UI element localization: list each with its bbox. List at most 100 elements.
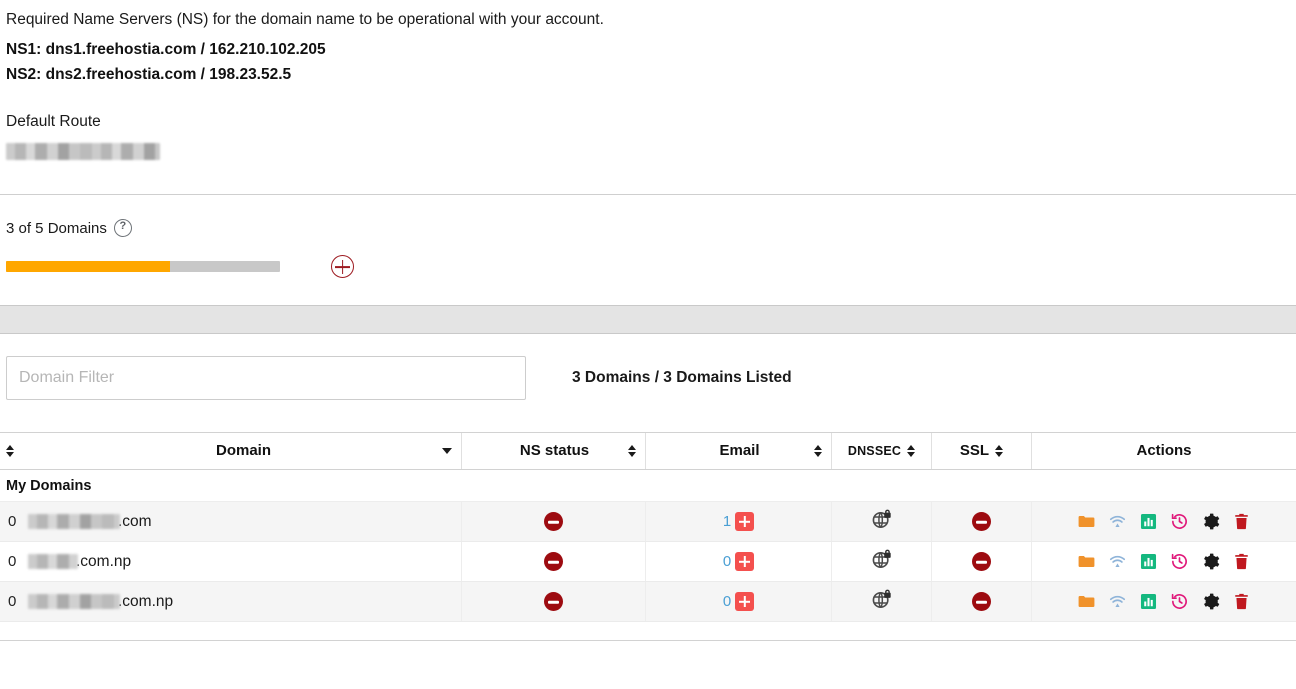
sort-toggle-email-icon[interactable] [814, 444, 822, 457]
gear-icon[interactable] [1201, 512, 1220, 531]
column-header-ssl[interactable]: SSL [931, 433, 1032, 471]
gear-icon[interactable] [1201, 552, 1220, 571]
domain-name-suffix: .com [118, 512, 152, 530]
column-header-email-label: Email [719, 442, 760, 460]
table-row[interactable]: 0 .com.np 0 [0, 581, 1296, 623]
dnssec-cell[interactable] [831, 501, 932, 543]
table-header-row: Domain NS status Email DNSSEC SSL Action… [0, 433, 1296, 471]
table-row[interactable]: 0 .com 1 [0, 501, 1296, 543]
sort-toggle-ssl-icon[interactable] [995, 444, 1004, 457]
history-clock-icon[interactable] [1170, 592, 1189, 611]
trash-icon[interactable] [1232, 512, 1251, 531]
default-route-value-redacted [6, 143, 160, 161]
domain-name-cell[interactable]: .com.np [26, 581, 462, 623]
default-route-label: Default Route [6, 113, 101, 131]
question-mark-icon[interactable]: ? [113, 219, 132, 238]
folder-icon[interactable] [1077, 512, 1096, 531]
email-cell[interactable]: 0 [645, 541, 832, 583]
actions-cell [1031, 541, 1296, 583]
sort-toggle-ns-status-icon[interactable] [628, 444, 636, 457]
email-count[interactable]: 0 [723, 593, 731, 610]
column-header-dnssec-label: DNSSEC [847, 443, 902, 458]
name-server-info: Required Name Servers (NS) for the domai… [0, 0, 1296, 87]
column-header-ns-status[interactable]: NS status [461, 433, 646, 471]
column-header-actions: Actions [1031, 433, 1296, 471]
history-clock-icon[interactable] [1170, 512, 1189, 531]
ns-status-cell[interactable] [461, 501, 646, 543]
actions-cell [1031, 501, 1296, 543]
row-index: 0 [0, 581, 26, 623]
trash-icon[interactable] [1232, 552, 1251, 571]
gear-icon[interactable] [1201, 592, 1220, 611]
domain-filter-input[interactable] [6, 356, 526, 401]
domain-quota-progress-fill [6, 261, 171, 273]
chevron-down-icon[interactable] [441, 447, 452, 454]
bar-chart-icon[interactable] [1139, 592, 1158, 611]
column-header-dnssec[interactable]: DNSSEC [831, 433, 932, 471]
trash-icon[interactable] [1232, 592, 1251, 611]
ns-status-denied-icon[interactable] [544, 592, 563, 612]
domain-name-redacted [28, 514, 120, 530]
ns-status-cell[interactable] [461, 541, 646, 583]
column-header-domain-label: Domain [215, 442, 271, 460]
ns2-text: NS2: dns2.freehostia.com / 198.23.52.5 [6, 66, 292, 84]
wifi-signal-icon[interactable] [1108, 552, 1127, 571]
folder-icon[interactable] [1077, 592, 1096, 611]
globe-lock-icon[interactable] [871, 589, 892, 610]
folder-icon[interactable] [1077, 552, 1096, 571]
column-header-email[interactable]: Email [645, 433, 832, 471]
ns-intro-text: Required Name Servers (NS) for the domai… [6, 11, 604, 28]
wifi-signal-icon[interactable] [1108, 512, 1127, 531]
email-cell[interactable]: 1 [645, 501, 832, 543]
ns-status-cell[interactable] [461, 581, 646, 623]
email-cell[interactable]: 0 [645, 581, 832, 623]
actions-cell [1031, 581, 1296, 623]
column-header-actions-label: Actions [1136, 442, 1192, 460]
ssl-status-denied-icon[interactable] [972, 552, 991, 572]
bar-chart-icon[interactable] [1139, 552, 1158, 571]
filter-row: 3 Domains / 3 Domains Listed [0, 334, 1296, 401]
column-header-ssl-label: SSL [959, 442, 990, 460]
domain-name-suffix: .com.np [118, 592, 174, 610]
domain-name-cell[interactable]: .com [26, 501, 462, 543]
sort-toggle-dnssec-icon[interactable] [907, 444, 916, 457]
ssl-status-cell[interactable] [931, 581, 1032, 623]
domain-name-redacted [28, 594, 120, 610]
globe-lock-icon[interactable] [871, 509, 892, 530]
column-header-index[interactable] [0, 433, 26, 471]
globe-lock-icon[interactable] [871, 549, 892, 570]
email-count[interactable]: 1 [723, 513, 731, 530]
table-bottom-divider [0, 640, 1296, 642]
default-route-section: Default Route [0, 87, 1296, 161]
email-count[interactable]: 0 [723, 553, 731, 570]
row-index: 0 [0, 501, 26, 543]
ssl-status-denied-icon[interactable] [972, 512, 991, 532]
ssl-status-cell[interactable] [931, 541, 1032, 583]
bar-chart-icon[interactable] [1139, 512, 1158, 531]
row-index: 0 [0, 541, 26, 583]
domain-group-label: My Domains [0, 469, 1296, 503]
dnssec-cell[interactable] [831, 581, 932, 623]
plus-circle-icon[interactable] [331, 255, 354, 279]
ns1-text: NS1: dns1.freehostia.com / 162.210.102.2… [6, 41, 326, 59]
history-clock-icon[interactable] [1170, 552, 1189, 571]
domains-listed-count: 3 Domains / 3 Domains Listed [572, 369, 792, 387]
column-header-ns-status-label: NS status [519, 442, 590, 460]
sort-toggle-index-icon[interactable] [6, 444, 14, 457]
plus-square-icon[interactable] [735, 552, 755, 572]
column-header-domain[interactable]: Domain [26, 433, 462, 471]
domain-quota-progress-bar [6, 261, 280, 273]
domain-name-redacted [28, 554, 78, 570]
domains-table: Domain NS status Email DNSSEC SSL Action… [0, 432, 1296, 642]
dnssec-cell[interactable] [831, 541, 932, 583]
wifi-signal-icon[interactable] [1108, 592, 1127, 611]
ns-status-denied-icon[interactable] [544, 512, 563, 532]
ns-status-denied-icon[interactable] [544, 552, 563, 572]
ssl-status-denied-icon[interactable] [972, 592, 991, 612]
ssl-status-cell[interactable] [931, 501, 1032, 543]
domain-name-cell[interactable]: .com.np [26, 541, 462, 583]
plus-square-icon[interactable] [735, 592, 755, 612]
table-row[interactable]: 0 .com.np 0 [0, 541, 1296, 583]
plus-square-icon[interactable] [735, 512, 755, 532]
domain-group-row: My Domains [0, 469, 1296, 503]
